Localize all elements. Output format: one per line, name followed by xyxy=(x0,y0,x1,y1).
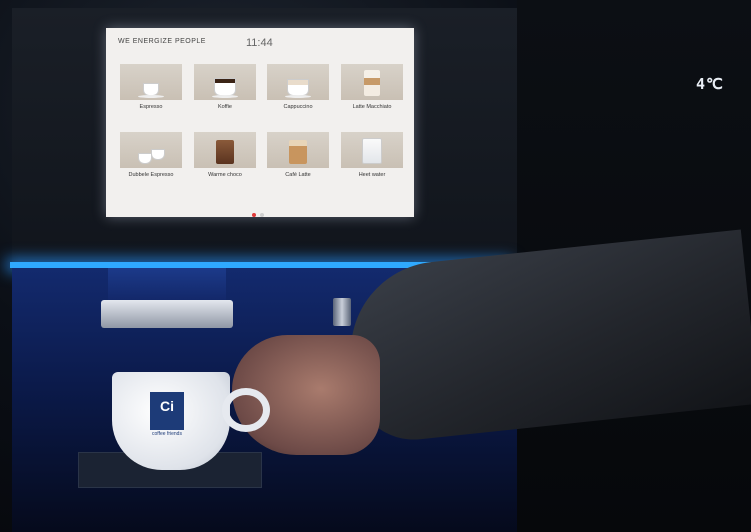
drink-tile-warme-choco[interactable]: Warme choco xyxy=(194,132,256,188)
drink-tile-heet-water[interactable]: Heet water xyxy=(341,132,403,188)
drink-label: Café Latte xyxy=(285,172,311,178)
hot-water-glass-icon xyxy=(341,132,403,168)
drink-label: Cappuccino xyxy=(283,104,313,110)
drink-tile-latte-macchiato[interactable]: Latte Macchiato xyxy=(341,64,403,120)
coffee-spout xyxy=(101,300,233,328)
cup-logo: Ci xyxy=(150,392,184,430)
drink-label: Heet water xyxy=(358,172,386,178)
cup-handle xyxy=(222,388,270,432)
latte-glass-icon xyxy=(341,64,403,100)
cup-logo-text: coffee friends xyxy=(152,431,182,437)
drink-tile-cafe-latte[interactable]: Café Latte xyxy=(267,132,329,188)
cafe-latte-icon xyxy=(267,132,329,168)
coffee-cup-icon xyxy=(194,64,256,100)
hot-chocolate-icon xyxy=(194,132,256,168)
cappuccino-cup-icon xyxy=(267,64,329,100)
drink-tile-koffie[interactable]: Koffie xyxy=(194,64,256,120)
screen-header: WE ENERGIZE PEOPLE xyxy=(118,38,206,45)
drink-label: Espresso xyxy=(139,104,163,110)
drink-label: Warme choco xyxy=(208,172,242,178)
drink-label: Koffie xyxy=(218,104,232,110)
drink-tile-cappuccino[interactable]: Cappuccino xyxy=(267,64,329,120)
double-espresso-icon xyxy=(120,132,182,168)
spout-housing xyxy=(108,268,226,300)
touch-screen[interactable]: WE ENERGIZE PEOPLE 11:44 Espresso Koffie… xyxy=(106,28,414,217)
page-dot-active[interactable] xyxy=(252,213,256,217)
coffee-machine-photo: 4℃ WE ENERGIZE PEOPLE 11:44 Espresso Kof… xyxy=(0,0,751,532)
drink-tile-espresso[interactable]: Espresso xyxy=(120,64,182,120)
drink-tile-dubbele-espresso[interactable]: Dubbele Espresso xyxy=(120,132,182,188)
page-indicator[interactable] xyxy=(252,204,268,217)
drink-label: Dubbele Espresso xyxy=(128,172,174,178)
drink-label: Latte Macchiato xyxy=(352,104,392,110)
espresso-cup-icon xyxy=(120,64,182,100)
screen-clock: 11:44 xyxy=(246,37,273,49)
temperature-display: 4℃ xyxy=(696,75,724,93)
page-dot[interactable] xyxy=(260,213,264,217)
water-nozzle xyxy=(333,298,351,326)
